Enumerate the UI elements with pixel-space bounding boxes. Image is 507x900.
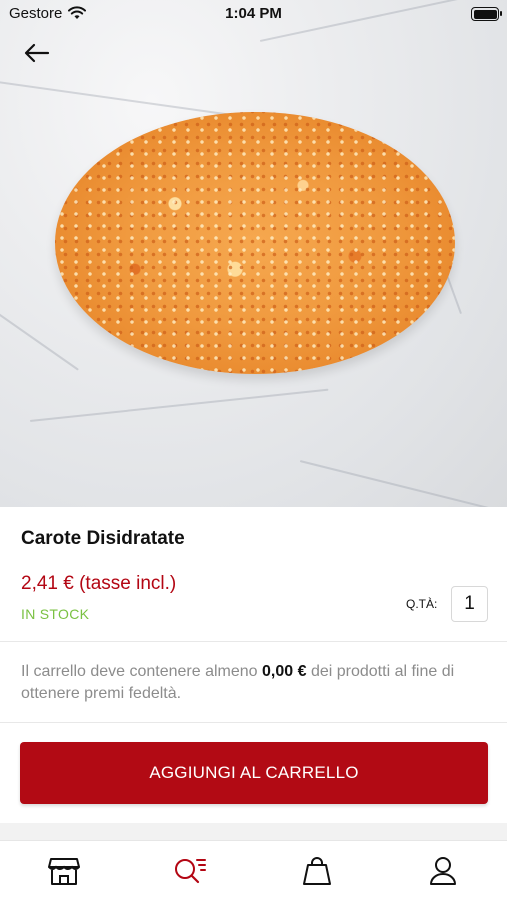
loyalty-notice: Il carrello deve contenere almeno 0,00 €… xyxy=(21,661,481,705)
carrot-pile-photo xyxy=(55,112,455,374)
divider xyxy=(0,722,507,723)
store-icon xyxy=(48,858,80,885)
tab-account[interactable] xyxy=(425,853,461,889)
arrow-left-icon xyxy=(24,43,50,63)
clock: 1:04 PM xyxy=(225,5,282,22)
battery-icon xyxy=(471,7,502,21)
tab-search[interactable] xyxy=(172,853,208,889)
status-bar: Gestore 1:04 PM xyxy=(0,0,507,30)
quantity-input[interactable]: 1 xyxy=(451,586,488,622)
tab-cart[interactable] xyxy=(299,853,335,889)
loyalty-prefix: Il carrello deve contenere almeno xyxy=(21,663,263,680)
stock-status: IN STOCK xyxy=(21,606,90,622)
product-title: Carote Disidratate xyxy=(21,528,185,549)
product-image xyxy=(0,0,507,507)
section-separator xyxy=(0,823,507,840)
add-to-cart-button[interactable]: AGGIUNGI AL CARRELLO xyxy=(20,742,488,804)
quantity-label: Q.TÀ: xyxy=(406,597,438,611)
back-button[interactable] xyxy=(20,38,54,68)
shopping-bag-icon xyxy=(303,857,331,885)
product-price: 2,41 € (tasse incl.) xyxy=(21,573,177,594)
loyalty-amount: 0,00 € xyxy=(262,663,307,680)
search-list-icon xyxy=(175,859,206,884)
user-icon xyxy=(430,857,456,885)
tab-store[interactable] xyxy=(46,853,82,889)
divider xyxy=(0,641,507,642)
tab-bar xyxy=(0,840,507,900)
